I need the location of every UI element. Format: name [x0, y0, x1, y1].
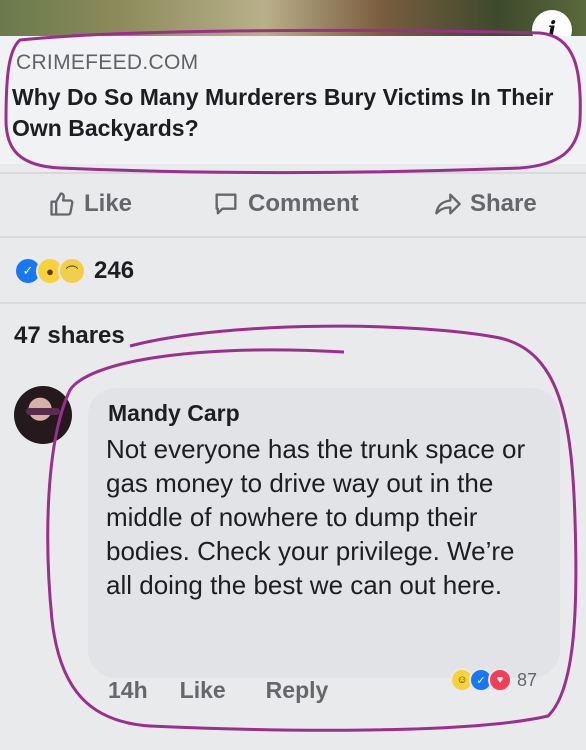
comment-label: Comment	[248, 190, 359, 217]
comment-meta: 14h Like Reply	[108, 676, 328, 704]
post-action-bar: Like Comment Share	[0, 180, 586, 228]
like-button[interactable]: Like	[48, 186, 132, 222]
comment-text: Not everyone has the trunk space or gas …	[106, 434, 526, 600]
share-label: Share	[470, 190, 537, 217]
comment-timestamp[interactable]: 14h	[108, 677, 148, 704]
comment-reactions[interactable]: ☺ ✓ ♥ 87	[450, 668, 537, 692]
share-button[interactable]: Share	[434, 186, 537, 222]
reaction-count: 246	[94, 257, 135, 284]
divider	[0, 236, 586, 238]
comment-reply-button[interactable]: Reply	[266, 677, 329, 704]
share-count[interactable]: 47 shares	[14, 322, 125, 350]
share-arrow-icon	[435, 193, 461, 215]
comment-like-button[interactable]: Like	[180, 677, 226, 704]
love-reaction-icon: ♥	[488, 668, 512, 692]
speech-bubble-icon	[215, 193, 237, 215]
link-title[interactable]: Why Do So Many Murderers Bury Victims In…	[12, 82, 572, 144]
comment-author[interactable]: Mandy Carp	[108, 400, 240, 427]
avatar[interactable]	[14, 386, 72, 444]
link-domain: CRIMEFEED.COM	[16, 51, 199, 74]
like-label: Like	[84, 190, 133, 217]
thumbs-up-icon	[50, 192, 74, 216]
reactions-summary[interactable]: ✓ ● ⌒ 246	[14, 256, 134, 286]
comment-reaction-count: 87	[517, 669, 538, 690]
divider	[0, 302, 586, 304]
link-preview-image[interactable]	[0, 0, 586, 36]
comment-button[interactable]: Comment	[212, 186, 359, 222]
divider	[0, 172, 586, 174]
sad-reaction-icon: ⌒	[58, 257, 86, 285]
